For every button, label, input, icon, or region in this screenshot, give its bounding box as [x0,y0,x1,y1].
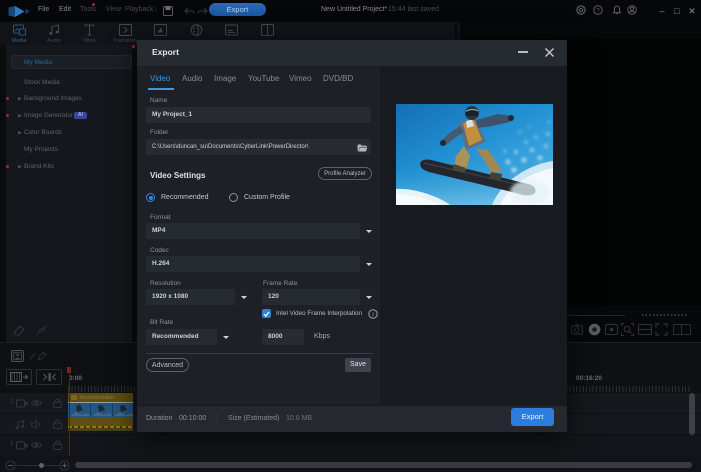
svg-text:?: ? [596,7,600,14]
svg-text:i: i [372,312,373,318]
